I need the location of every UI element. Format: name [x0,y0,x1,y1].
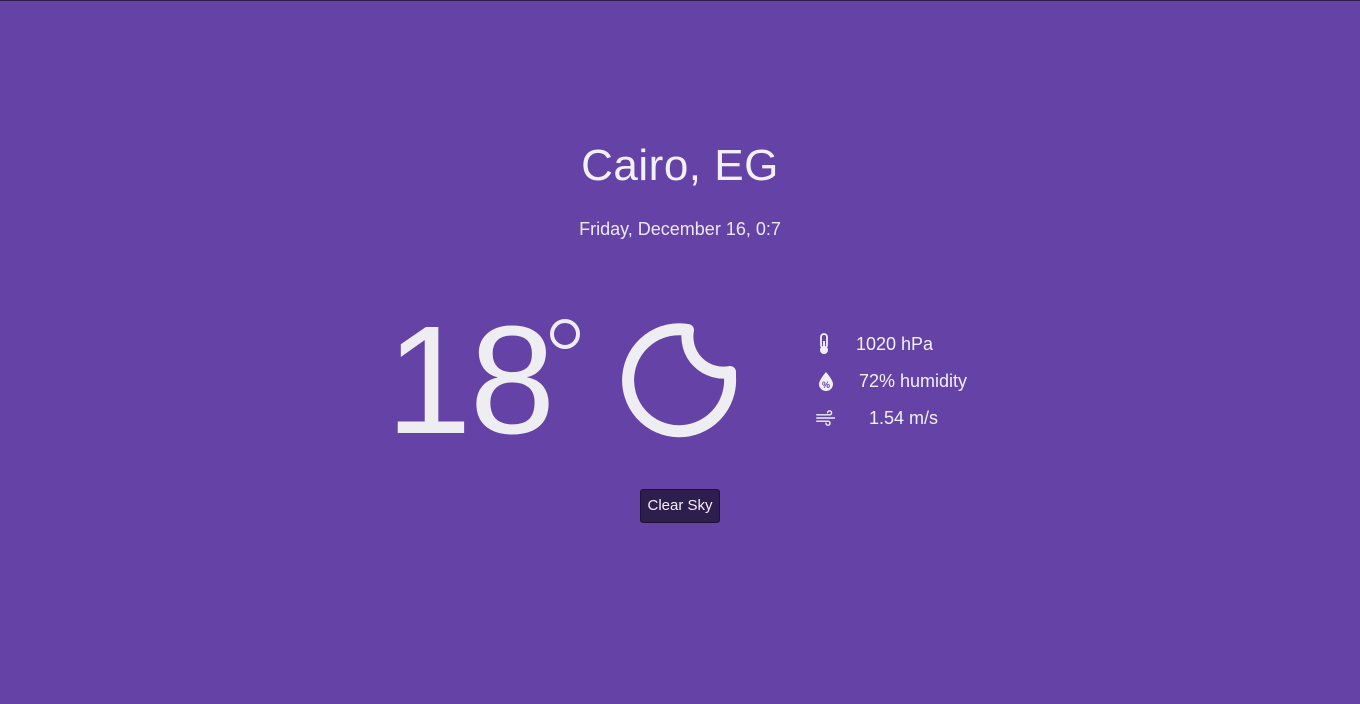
humidity-value: 72% humidity [859,371,968,391]
wind-value: 1.54 m/s [869,408,939,428]
date-time-label: Friday, December 16, 0:7 [579,219,781,239]
moon-icon [622,323,737,438]
top-border [0,0,1360,1]
pressure-value: 1020 hPa [856,334,934,354]
temperature-display: 18 [386,300,586,460]
city-title: Cairo, EG [581,141,779,190]
temperature-value: 18 [386,294,555,466]
wind-row: 1.54 m/s [812,404,1072,432]
weather-description-button[interactable]: Clear Sky [640,489,720,523]
svg-text:%: % [822,380,830,390]
humidity-drop-icon: % [819,372,833,391]
humidity-row: % 72% humidity [812,367,1072,395]
degree-symbol-icon [550,319,580,349]
wind-icon [816,410,836,426]
pressure-row: 1020 hPa [812,330,1072,358]
thermometer-icon [820,333,828,354]
